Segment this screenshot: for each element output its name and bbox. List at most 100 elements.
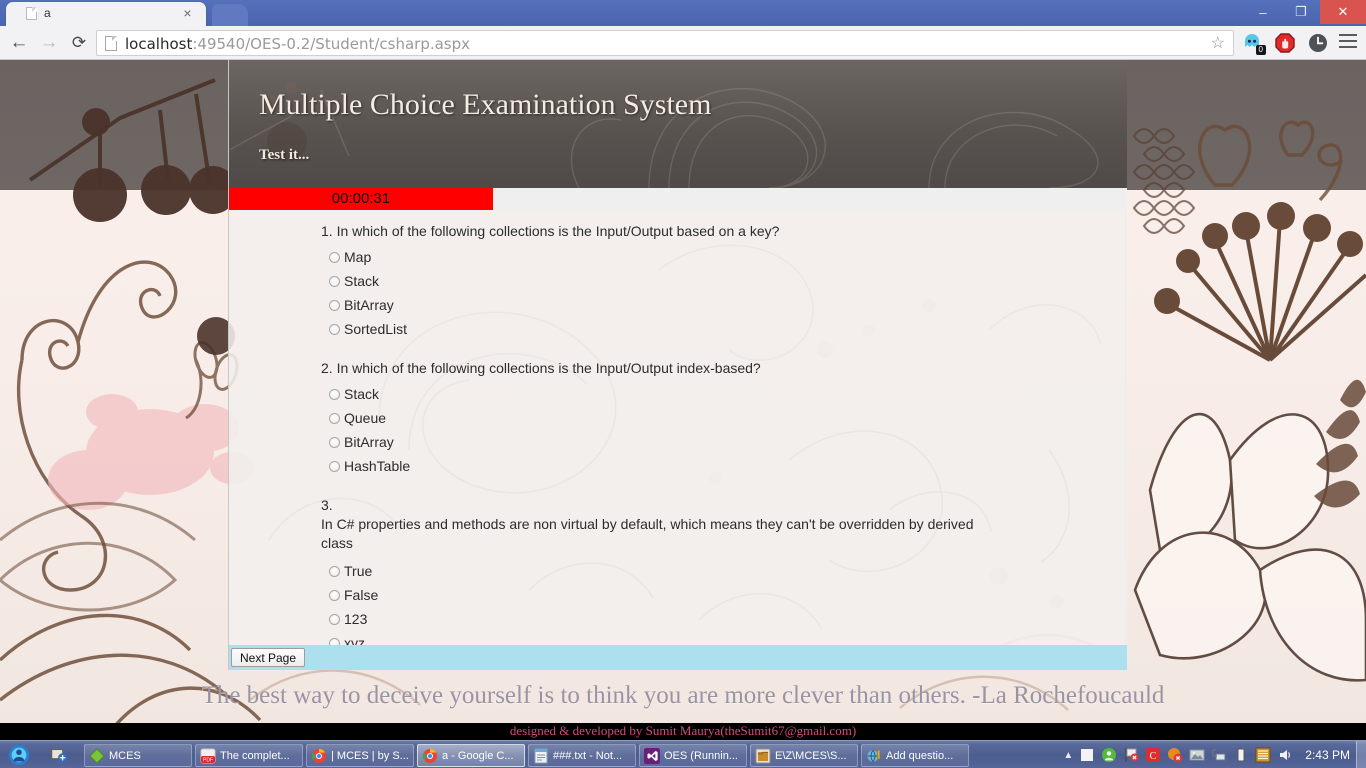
next-page-button[interactable]: Next Page — [231, 648, 306, 667]
option-row[interactable]: Map — [329, 245, 1127, 269]
c-red-icon[interactable]: C — [1145, 747, 1161, 763]
chrome-icon — [422, 748, 437, 763]
option-label: HashTable — [344, 458, 411, 474]
taskbar-item-mces-by-s[interactable]: | MCES | by S... — [306, 744, 414, 767]
taskbar-item-explorer[interactable]: E\Z\MCES\S... — [750, 744, 858, 767]
radio-button-icon[interactable] — [329, 565, 340, 577]
equalizer-icon[interactable] — [1255, 747, 1271, 763]
option-row[interactable]: False — [329, 583, 1127, 607]
option-label: xyz — [344, 635, 365, 645]
radio-button-icon[interactable] — [329, 388, 340, 400]
new-tab-button[interactable] — [212, 4, 248, 26]
quiz-questions-list: 1. In which of the following collections… — [229, 210, 1127, 645]
green-bubble-icon[interactable] — [1101, 747, 1117, 763]
credit-line: designed & developed by Sumit Maurya(the… — [0, 723, 1366, 740]
taskbar-item-add-question[interactable]: Add questio... — [861, 744, 969, 767]
option-label: Map — [344, 249, 372, 265]
close-button[interactable]: ✕ — [1320, 0, 1366, 24]
picture-icon[interactable] — [1189, 747, 1205, 763]
reload-icon[interactable]: ⟳ — [68, 33, 90, 55]
clock-extension-icon[interactable] — [1307, 32, 1329, 54]
option-label: BitArray — [344, 297, 394, 313]
show-desktop-icon — [51, 749, 68, 763]
option-label: Stack — [344, 386, 380, 402]
network-icon[interactable] — [1211, 747, 1227, 763]
taskbar-item-oes-visual-studio[interactable]: OES (Runnin... — [639, 744, 747, 767]
taskbar-item-label: a - Google C... — [442, 749, 514, 762]
taskbar-item-pdf[interactable]: PDF The complet... — [195, 744, 303, 767]
taskbar-item-a-google-chrome[interactable]: a - Google C... — [417, 744, 525, 767]
option-label: BitArray — [344, 434, 394, 450]
taskbar-item-label: MCES — [109, 749, 141, 762]
radio-button-icon[interactable] — [329, 412, 340, 424]
orange-error-icon[interactable] — [1167, 747, 1183, 763]
option-row[interactable]: BitArray — [329, 293, 1127, 317]
url-path: :49540/OES-0.2/Student/csharp.aspx — [192, 35, 471, 53]
taskbar-item-mces[interactable]: MCES — [84, 744, 192, 767]
show-desktop-button[interactable] — [1356, 741, 1366, 768]
question-text: In C# properties and methods are non vir… — [321, 516, 974, 551]
question-block: 3. In C# properties and methods are non … — [229, 478, 1127, 645]
clock-icon — [1309, 34, 1327, 52]
option-row[interactable]: True — [329, 559, 1127, 583]
tab-strip: a × – ❐ ✕ — [0, 0, 1366, 26]
battery-icon[interactable] — [1233, 747, 1249, 763]
window-controls: – ❐ ✕ — [1244, 0, 1366, 26]
hamburger-menu-icon[interactable] — [1339, 34, 1357, 48]
quick-launch-icon[interactable] — [46, 743, 72, 767]
visual-studio-icon — [644, 747, 660, 764]
show-hidden-icons-icon[interactable]: ▲ — [1063, 750, 1073, 761]
taskbar-item-notepad[interactable]: ###.txt - Not... — [528, 744, 636, 767]
option-row[interactable]: SortedList — [329, 317, 1127, 341]
taskbar-clock[interactable]: 2:43 PM — [1305, 748, 1350, 762]
taskbar-item-label: E\Z\MCES\S... — [775, 749, 847, 762]
option-row[interactable]: Stack — [329, 382, 1127, 406]
forward-arrow-icon[interactable]: → — [38, 33, 60, 55]
radio-button-icon[interactable] — [329, 460, 340, 472]
address-bar[interactable]: localhost:49540/OES-0.2/Student/csharp.a… — [96, 30, 1234, 56]
browser-tab[interactable]: a × — [6, 2, 206, 26]
option-row[interactable]: Queue — [329, 406, 1127, 430]
radio-button-icon[interactable] — [329, 251, 340, 263]
ghost-extension-icon[interactable]: 0 — [1241, 32, 1266, 55]
timer-value: 00:00:31 — [331, 190, 391, 207]
taskbar-item-label: Add questio... — [886, 749, 954, 762]
option-row[interactable]: HashTable — [329, 454, 1127, 478]
page-info-icon[interactable] — [105, 36, 117, 51]
quiz-panel: 1. In which of the following collections… — [229, 210, 1127, 645]
bookmark-star-icon[interactable]: ☆ — [1211, 35, 1225, 53]
option-row[interactable]: Stack — [329, 269, 1127, 293]
start-orb-icon[interactable] — [4, 743, 34, 767]
radio-button-icon[interactable] — [329, 436, 340, 448]
browser-toolbar: ← → ⟳ localhost:49540/OES-0.2/Student/cs… — [0, 26, 1366, 60]
question-options: Map Stack BitArray SortedList — [229, 245, 1127, 341]
option-label: Stack — [344, 273, 380, 289]
volume-icon[interactable] — [1277, 747, 1293, 763]
folder-window-icon — [755, 748, 771, 763]
quiz-footer-bar: Next Page — [229, 645, 1127, 670]
minimize-button[interactable]: – — [1244, 0, 1282, 24]
radio-button-icon[interactable] — [329, 613, 340, 625]
close-icon[interactable]: × — [181, 6, 194, 20]
radio-button-icon[interactable] — [329, 637, 340, 645]
option-label: Queue — [344, 410, 387, 426]
option-row[interactable]: BitArray — [329, 430, 1127, 454]
question-options: True False 123 xyz — [229, 559, 1127, 645]
option-label: False — [344, 587, 379, 603]
stop-hand-extension-icon[interactable] — [1274, 32, 1296, 54]
maximize-button[interactable]: ❐ — [1282, 0, 1320, 24]
option-row[interactable]: 123 — [329, 607, 1127, 631]
taskbar-items: MCES PDF The complet... | MCES | by S... — [84, 744, 969, 767]
web-page-content: Multiple Choice Examination System Test … — [228, 60, 1127, 670]
radio-button-icon[interactable] — [329, 323, 340, 335]
taskbar-item-label: The complet... — [220, 749, 290, 762]
white-square-icon[interactable] — [1079, 747, 1095, 763]
radio-button-icon[interactable] — [329, 299, 340, 311]
option-row[interactable]: xyz — [329, 631, 1127, 645]
option-label: SortedList — [344, 321, 408, 337]
radio-button-icon[interactable] — [329, 275, 340, 287]
back-arrow-icon[interactable]: ← — [8, 33, 30, 55]
flag-error-icon[interactable] — [1123, 747, 1139, 763]
radio-button-icon[interactable] — [329, 589, 340, 601]
pdf-icon: PDF — [200, 748, 216, 763]
